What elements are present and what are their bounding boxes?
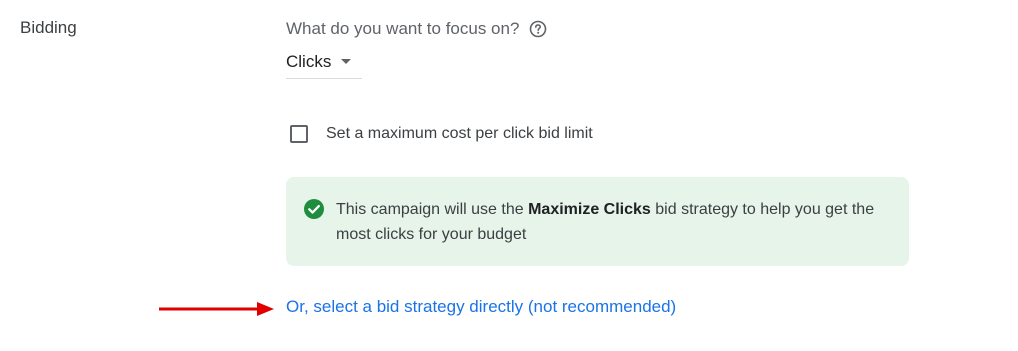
focus-dropdown[interactable]: Clicks [286, 45, 362, 79]
info-text-before: This campaign will use the [336, 201, 529, 218]
max-cpc-label: Set a maximum cost per click bid limit [326, 125, 593, 142]
chevron-down-icon [341, 59, 352, 64]
focus-question: What do you want to focus on? [286, 19, 547, 39]
select-bid-strategy-link[interactable]: Or, select a bid strategy directly (not … [286, 297, 676, 317]
strategy-name: Maximize Clicks [528, 201, 651, 218]
max-cpc-checkbox-row[interactable]: Set a maximum cost per click bid limit [290, 125, 593, 143]
info-message: This campaign will use the Maximize Clic… [336, 197, 891, 247]
annotation-arrow-icon [159, 302, 274, 316]
section-label: Bidding [20, 18, 77, 37]
bid-strategy-info-box: This campaign will use the Maximize Clic… [286, 177, 909, 266]
focus-dropdown-value: Clicks [286, 51, 332, 71]
check-circle-icon [303, 198, 325, 220]
focus-question-text: What do you want to focus on? [286, 19, 520, 38]
max-cpc-checkbox[interactable] [290, 125, 308, 143]
help-circle-icon[interactable] [529, 20, 547, 38]
